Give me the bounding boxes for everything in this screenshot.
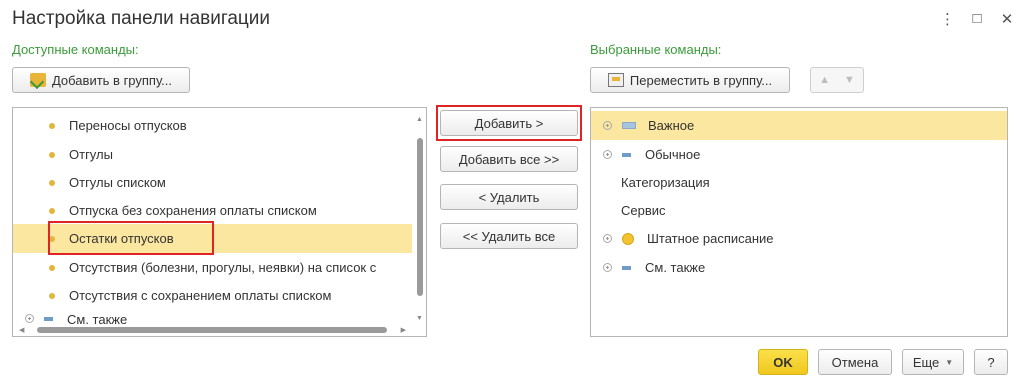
- scroll-down-icon[interactable]: ▼: [416, 315, 423, 322]
- group-dash-icon: [622, 152, 631, 157]
- close-icon[interactable]: ✕: [1000, 10, 1014, 28]
- add-button[interactable]: Добавить >: [440, 110, 578, 136]
- remove-button[interactable]: < Удалить: [440, 184, 578, 210]
- selected-commands-list[interactable]: Важное Обычное Категоризация Сервис Штат…: [590, 107, 1008, 337]
- available-commands-list[interactable]: Переносы отпусков Отгулы Отгулы списком …: [12, 107, 427, 337]
- list-item-selected[interactable]: Важное: [591, 111, 1007, 140]
- group-dash-icon: [622, 265, 631, 270]
- more-button[interactable]: Еще ▼: [902, 349, 964, 375]
- move-to-group-label: Переместить в группу...: [629, 72, 773, 88]
- list-item[interactable]: Обычное: [591, 140, 1007, 169]
- expand-icon[interactable]: [603, 121, 612, 130]
- list-item[interactable]: Переносы отпусков: [13, 111, 426, 140]
- move-up-icon[interactable]: ▲: [819, 74, 830, 86]
- list-item-label: Категоризация: [621, 175, 710, 190]
- expand-icon[interactable]: [603, 150, 612, 159]
- move-to-group-icon: [607, 73, 624, 87]
- group-dash-icon: [44, 317, 53, 321]
- bullet-icon: [49, 151, 55, 158]
- expand-icon: [25, 314, 34, 323]
- horizontal-scrollbar[interactable]: ◀ ▶: [13, 324, 412, 336]
- scrollbar-thumb[interactable]: [417, 138, 423, 296]
- move-down-icon[interactable]: ▼: [844, 74, 855, 86]
- list-item[interactable]: Категоризация: [591, 168, 1007, 197]
- add-all-button[interactable]: Добавить все >>: [440, 146, 578, 172]
- add-to-group-button[interactable]: Добавить в группу...: [12, 67, 190, 93]
- reorder-buttons[interactable]: ▲ ▼: [810, 67, 864, 93]
- move-to-group-button[interactable]: Переместить в группу...: [590, 67, 790, 93]
- dialog-title: Настройка панели навигации: [12, 8, 271, 29]
- list-item[interactable]: Отсутствия (болезни, прогулы, неявки) на…: [13, 253, 412, 282]
- bullet-icon: [49, 264, 55, 271]
- list-item[interactable]: Сервис: [591, 196, 1007, 225]
- list-item[interactable]: См. также: [591, 253, 1007, 282]
- vertical-scrollbar[interactable]: ▲ ▼: [414, 108, 426, 324]
- chevron-down-icon: ▼: [945, 357, 954, 367]
- list-item-label: Важное: [648, 118, 695, 133]
- window-controls: ⋮ □ ✕: [940, 10, 1014, 28]
- more-button-label: Еще: [912, 354, 940, 370]
- scroll-up-icon[interactable]: ▲: [416, 116, 423, 123]
- bullet-icon: [49, 292, 55, 299]
- list-item-label: Сервис: [621, 203, 666, 218]
- ok-button[interactable]: OK: [758, 349, 808, 375]
- list-item-label: Обычное: [645, 147, 701, 162]
- remove-all-button[interactable]: << Удалить все: [440, 223, 578, 249]
- list-item-label: Штатное расписание: [647, 231, 774, 246]
- expand-icon[interactable]: [603, 263, 612, 272]
- list-item-label: См. также: [645, 260, 706, 275]
- expand-icon[interactable]: [603, 234, 612, 243]
- maximize-icon[interactable]: □: [970, 10, 984, 28]
- bullet-icon: [49, 122, 55, 129]
- list-item-label: Отсутствия с сохранением оплаты списком: [69, 288, 332, 303]
- scroll-right-icon[interactable]: ▶: [401, 326, 406, 334]
- help-button[interactable]: ?: [974, 349, 1008, 375]
- list-item-selected[interactable]: Остатки отпусков: [13, 224, 412, 253]
- available-commands-label: Доступные команды:: [12, 42, 139, 57]
- list-item-label: Отсутствия (болезни, прогулы, неявки) на…: [69, 260, 377, 275]
- list-item[interactable]: Отпуска без сохранения оплаты списком: [13, 196, 426, 225]
- bullet-icon: [49, 179, 55, 186]
- scroll-left-icon[interactable]: ◀: [19, 326, 24, 334]
- group-rect-icon: [622, 122, 636, 129]
- list-item-label: Остатки отпусков: [69, 231, 174, 246]
- list-item[interactable]: Отгулы: [13, 140, 426, 169]
- selected-commands-label: Выбранные команды:: [590, 42, 722, 57]
- hscroll-thumb[interactable]: [37, 327, 387, 333]
- list-item-label: Отпуска без сохранения оплаты списком: [69, 203, 317, 218]
- list-item-partial[interactable]: См. также: [13, 308, 412, 324]
- bullet-icon: [49, 207, 55, 214]
- list-item[interactable]: Отсутствия с сохранением оплаты списком: [13, 281, 426, 310]
- list-item-label: Переносы отпусков: [69, 118, 187, 133]
- bullet-icon: [49, 235, 55, 242]
- list-item[interactable]: Штатное расписание: [591, 224, 1007, 253]
- group-circle-icon: [622, 232, 634, 245]
- cancel-button[interactable]: Отмена: [818, 349, 892, 375]
- more-actions-icon[interactable]: ⋮: [940, 10, 955, 28]
- list-item-label: Отгулы: [69, 147, 113, 162]
- list-item[interactable]: Отгулы списком: [13, 168, 426, 197]
- add-to-group-icon: [29, 73, 46, 87]
- list-item-label: См. также: [67, 312, 128, 324]
- list-item-label: Отгулы списком: [69, 175, 166, 190]
- add-to-group-label: Добавить в группу...: [51, 72, 173, 88]
